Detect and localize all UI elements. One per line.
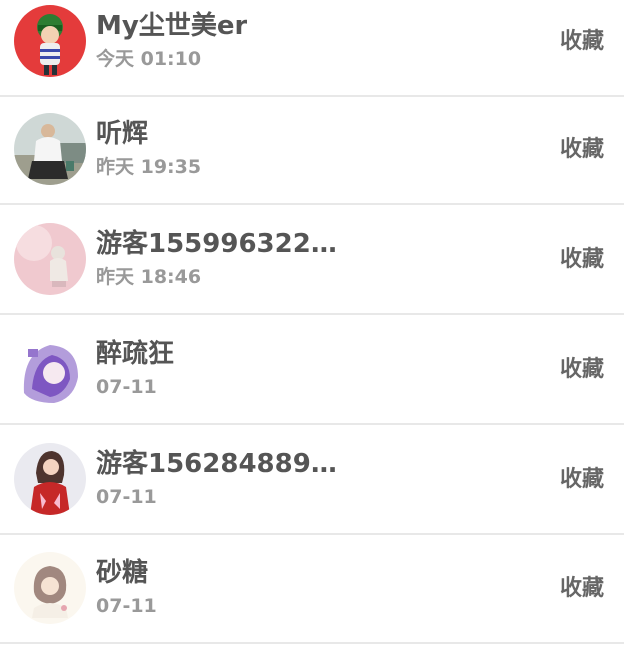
user-name: 游客156284889…: [96, 449, 337, 479]
collect-button[interactable]: 收藏: [560, 135, 604, 165]
list-item[interactable]: 游客156284889… 07-11 收藏: [0, 427, 624, 535]
timestamp: 07-11: [96, 486, 157, 508]
avatar-pink-figure-icon: [14, 223, 86, 295]
collect-button[interactable]: 收藏: [560, 245, 604, 275]
list-item[interactable]: 砂糖 07-11 收藏: [0, 536, 624, 644]
avatar-person-outdoor-icon: [14, 113, 86, 185]
list-item[interactable]: 游客155996322… 昨天 18:46 收藏: [0, 207, 624, 315]
user-name: 醉疏狂: [96, 339, 175, 369]
list-item[interactable]: 醉疏狂 07-11 收藏: [0, 317, 624, 425]
collect-button[interactable]: 收藏: [560, 27, 604, 57]
user-name: 砂糖: [96, 558, 149, 588]
avatar[interactable]: [14, 223, 86, 295]
user-name: My尘世美er: [96, 11, 248, 41]
collect-button[interactable]: 收藏: [560, 465, 604, 495]
timestamp: 昨天 18:46: [96, 266, 202, 288]
avatar[interactable]: [14, 443, 86, 515]
list-item[interactable]: My尘世美er 今天 01:10 收藏: [0, 0, 624, 97]
avatar-illustrated-girl-icon: [14, 552, 86, 624]
timestamp: 今天 01:10: [96, 48, 202, 70]
avatar-purple-hair-girl-icon: [14, 333, 86, 405]
timestamp: 07-11: [96, 376, 157, 398]
avatar[interactable]: [14, 333, 86, 405]
avatar[interactable]: [14, 113, 86, 185]
right-gutter: [624, 0, 640, 659]
timestamp: 昨天 19:35: [96, 156, 202, 178]
avatar-red-cartoon-girl-icon: [14, 5, 86, 77]
user-list: My尘世美er 今天 01:10 收藏 听辉 昨天 19:35 收藏 游客155…: [0, 0, 624, 659]
list-item[interactable]: 听辉 昨天 19:35 收藏: [0, 97, 624, 205]
user-name: 听辉: [96, 119, 149, 149]
avatar[interactable]: [14, 552, 86, 624]
avatar-woman-red-dress-icon: [14, 443, 86, 515]
user-name: 游客155996322…: [96, 229, 337, 259]
avatar[interactable]: [14, 5, 86, 77]
timestamp: 07-11: [96, 595, 157, 617]
collect-button[interactable]: 收藏: [560, 355, 604, 385]
collect-button[interactable]: 收藏: [560, 574, 604, 604]
